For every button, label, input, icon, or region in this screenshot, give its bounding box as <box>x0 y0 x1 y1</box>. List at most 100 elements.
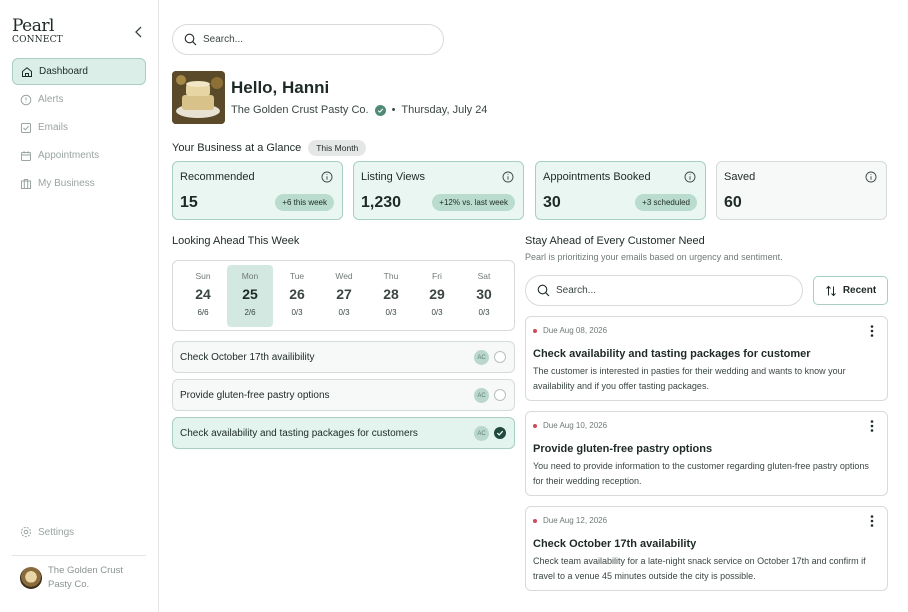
email-search[interactable] <box>525 275 803 306</box>
task-label: Check availability and tasting packages … <box>180 427 418 439</box>
day-thu[interactable]: Thu 28 0/3 <box>368 265 414 327</box>
day-wed[interactable]: Wed 27 0/3 <box>321 265 367 327</box>
stat-value: 15 <box>180 194 198 211</box>
due-text: Due Aug 12, 2026 <box>543 516 608 525</box>
business-name: The Golden Crust Pasty Co. <box>231 104 369 116</box>
card-title: Provide gluten-free pastry options <box>533 443 713 455</box>
settings-link[interactable]: Settings <box>20 526 74 538</box>
search-input[interactable] <box>203 34 403 45</box>
stat-card-saved[interactable]: Saved 60 <box>716 161 887 220</box>
task-item[interactable]: Check availability and tasting packages … <box>172 417 515 449</box>
stat-card-appointments-booked[interactable]: Appointments Booked 30 +3 scheduled <box>535 161 706 220</box>
day-date: 25 <box>242 286 258 302</box>
task-checkbox[interactable] <box>494 351 506 363</box>
business-subline: The Golden Crust Pasty Co. • Thursday, J… <box>231 104 487 116</box>
day-count: 2/6 <box>244 308 256 317</box>
brand-sub: CONNECT <box>12 35 63 45</box>
sidebar-item-label: Alerts <box>38 94 64 105</box>
sidebar-item-my-business[interactable]: My Business <box>12 170 146 197</box>
stat-value: 1,230 <box>361 194 402 211</box>
period-pill[interactable]: This Month <box>308 140 367 156</box>
sidebar: Pearl CONNECT Dashboard Alerts Emails Ap… <box>0 0 159 612</box>
day-name: Tue <box>289 271 305 281</box>
sort-button[interactable]: Recent <box>813 276 888 305</box>
stat-tag: +3 scheduled <box>635 194 697 211</box>
day-fri[interactable]: Fri 29 0/3 <box>414 265 460 327</box>
assignee-avatar: AC <box>474 350 489 365</box>
stat-tag: +12% vs. last week <box>432 194 515 211</box>
sidebar-item-alerts[interactable]: Alerts <box>12 86 146 113</box>
day-tue[interactable]: Tue 26 0/3 <box>274 265 320 327</box>
account-switcher[interactable]: The Golden Crust Pasty Co. <box>20 564 138 592</box>
search-icon <box>184 33 197 46</box>
email-card[interactable]: Due Aug 10, 2026 Provide gluten-free pas… <box>525 411 888 496</box>
sidebar-item-label: Dashboard <box>39 66 88 77</box>
sidebar-item-emails[interactable]: Emails <box>12 114 146 141</box>
task-checkbox[interactable] <box>494 427 506 439</box>
stat-label: Listing Views <box>361 171 425 183</box>
assignee-avatar: AC <box>474 426 489 441</box>
needs-heading: Stay Ahead of Every Customer Need <box>525 235 705 247</box>
card-description: The customer is interested in pasties fo… <box>533 366 846 391</box>
greeting: Hello, Hanni <box>231 78 330 97</box>
day-name: Sat <box>477 271 491 281</box>
due-date: Due Aug 10, 2026 <box>533 421 607 430</box>
email-card[interactable]: Due Aug 12, 2026 Check October 17th avai… <box>525 506 888 591</box>
sidebar-item-label: Appointments <box>38 150 100 161</box>
glance-title: Your Business at a Glance <box>172 142 302 154</box>
day-count: 6/6 <box>197 308 209 317</box>
sidebar-item-label: Emails <box>38 122 69 133</box>
more-options-icon[interactable] <box>867 419 877 433</box>
day-count: 0/3 <box>478 308 490 317</box>
email-card[interactable]: Due Aug 08, 2026 Check availability and … <box>525 316 888 401</box>
sidebar-item-appointments[interactable]: Appointments <box>12 142 146 169</box>
assignee-avatar: AC <box>474 388 489 403</box>
day-mon[interactable]: Mon 25 2/6 <box>227 265 273 327</box>
day-sat[interactable]: Sat 30 0/3 <box>461 265 507 327</box>
current-date: Thursday, July 24 <box>401 104 488 116</box>
account-name: The Golden Crust Pasty Co. <box>48 565 123 590</box>
home-icon <box>21 66 33 78</box>
task-item[interactable]: Check October 17th availibility AC <box>172 341 515 373</box>
sidebar-item-label: My Business <box>38 178 95 189</box>
stat-card-recommended[interactable]: Recommended 15 +6 this week <box>172 161 343 220</box>
calendar-icon <box>20 150 32 162</box>
day-date: 29 <box>429 286 445 302</box>
info-icon[interactable] <box>865 171 877 183</box>
card-description: You need to provide information to the c… <box>533 461 869 486</box>
urgency-dot <box>533 328 537 333</box>
search-icon <box>537 284 550 297</box>
due-date: Due Aug 12, 2026 <box>533 516 607 525</box>
due-date: Due Aug 08, 2026 <box>533 326 607 335</box>
info-icon[interactable] <box>684 171 696 183</box>
task-checkbox[interactable] <box>494 389 506 401</box>
day-sun[interactable]: Sun 24 6/6 <box>180 265 226 327</box>
email-search-input[interactable] <box>556 285 756 296</box>
day-date: 26 <box>289 286 305 302</box>
gear-icon <box>20 526 32 538</box>
stat-card-listing-views[interactable]: Listing Views 1,230 +12% vs. last week <box>353 161 524 220</box>
day-name: Fri <box>432 271 442 281</box>
day-count: 0/3 <box>338 308 350 317</box>
day-name: Mon <box>241 271 259 281</box>
sidebar-item-dashboard[interactable]: Dashboard <box>12 58 146 85</box>
chevron-left-icon <box>135 26 142 38</box>
due-text: Due Aug 08, 2026 <box>543 326 608 335</box>
day-name: Sun <box>195 271 211 281</box>
global-search[interactable] <box>172 24 444 55</box>
day-count: 0/3 <box>291 308 303 317</box>
collapse-sidebar-button[interactable] <box>131 24 147 40</box>
day-date: 27 <box>336 286 352 302</box>
day-count: 0/3 <box>431 308 443 317</box>
urgency-dot <box>533 518 537 523</box>
task-item[interactable]: Provide gluten-free pastry options AC <box>172 379 515 411</box>
more-options-icon[interactable] <box>867 514 877 528</box>
task-label: Provide gluten-free pastry options <box>180 389 330 401</box>
more-options-icon[interactable] <box>867 324 877 338</box>
info-icon[interactable] <box>321 171 333 183</box>
info-icon[interactable] <box>502 171 514 183</box>
brand-name: Pearl <box>12 16 54 36</box>
alert-icon <box>20 94 32 106</box>
day-count: 0/3 <box>385 308 397 317</box>
sidebar-divider <box>12 555 146 556</box>
